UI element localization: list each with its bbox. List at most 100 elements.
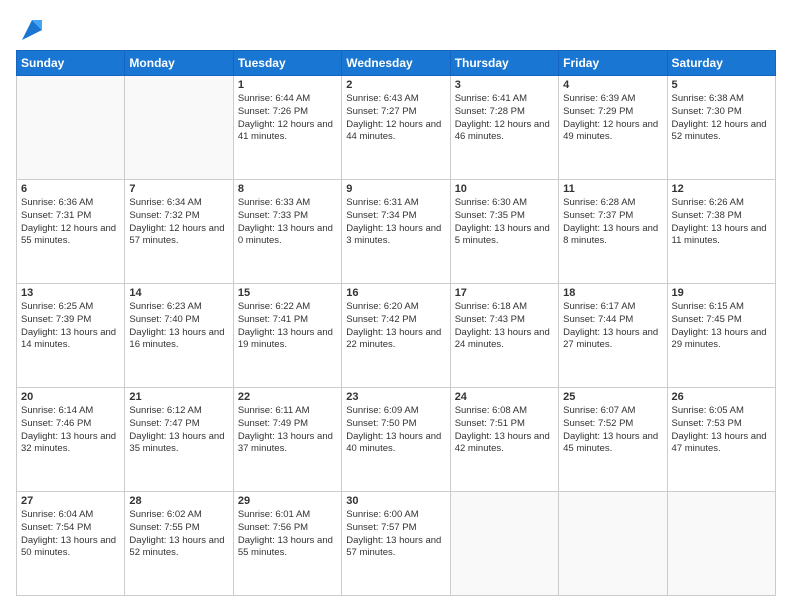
calendar-day-cell: 22Sunrise: 6:11 AM Sunset: 7:49 PM Dayli… xyxy=(233,388,341,492)
calendar-body: 1 Sunrise: 6:44 AM Sunset: 7:26 PM Daylig… xyxy=(17,76,776,596)
day-detail: Sunrise: 6:39 AM Sunset: 7:29 PM Dayligh… xyxy=(563,93,662,144)
calendar-day-cell: 15 Sunrise: 6:22 AM Sunset: 7:41 PM Dayli… xyxy=(233,284,341,388)
day-detail: Sunrise: 6:04 AM Sunset: 7:54 PM Dayligh… xyxy=(21,509,120,560)
calendar-week-row: 6 Sunrise: 6:36 AM Sunset: 7:31 PM Daylig… xyxy=(17,180,776,284)
day-number: 17 xyxy=(455,287,554,299)
page: SundayMondayTuesdayWednesdayThursdayFrid… xyxy=(0,0,792,612)
day-detail: Sunrise: 6:11 AM Sunset: 7:49 PM Dayligh… xyxy=(238,405,337,456)
calendar-header: SundayMondayTuesdayWednesdayThursdayFrid… xyxy=(17,51,776,76)
day-detail: Sunrise: 6:34 AM Sunset: 7:32 PM Dayligh… xyxy=(129,197,228,248)
calendar-day-cell: 27 Sunrise: 6:04 AM Sunset: 7:54 PM Dayli… xyxy=(17,492,125,596)
calendar-day-cell xyxy=(667,492,775,596)
day-number: 12 xyxy=(672,183,771,195)
weekday-header-cell: Saturday xyxy=(667,51,775,76)
calendar-day-cell xyxy=(559,492,667,596)
logo xyxy=(16,16,46,40)
day-detail: Sunrise: 6:25 AM Sunset: 7:39 PM Dayligh… xyxy=(21,301,120,352)
calendar-day-cell: 13 Sunrise: 6:25 AM Sunset: 7:39 PM Dayli… xyxy=(17,284,125,388)
calendar-day-cell: 9 Sunrise: 6:31 AM Sunset: 7:34 PM Daylig… xyxy=(342,180,450,284)
day-detail: Sunrise: 6:09 AM Sunset: 7:50 PM Dayligh… xyxy=(346,405,445,456)
calendar-week-row: 20Sunrise: 6:14 AM Sunset: 7:46 PM Dayli… xyxy=(17,388,776,492)
weekday-header-cell: Monday xyxy=(125,51,233,76)
day-detail: Sunrise: 6:15 AM Sunset: 7:45 PM Dayligh… xyxy=(672,301,771,352)
day-detail: Sunrise: 6:30 AM Sunset: 7:35 PM Dayligh… xyxy=(455,197,554,248)
day-number: 28 xyxy=(129,495,228,507)
calendar-day-cell: 19 Sunrise: 6:15 AM Sunset: 7:45 PM Dayli… xyxy=(667,284,775,388)
calendar-day-cell: 23Sunrise: 6:09 AM Sunset: 7:50 PM Dayli… xyxy=(342,388,450,492)
day-detail: Sunrise: 6:00 AM Sunset: 7:57 PM Dayligh… xyxy=(346,509,445,560)
logo-text xyxy=(16,16,46,40)
day-number: 10 xyxy=(455,183,554,195)
calendar-day-cell: 6 Sunrise: 6:36 AM Sunset: 7:31 PM Daylig… xyxy=(17,180,125,284)
calendar-day-cell: 17 Sunrise: 6:18 AM Sunset: 7:43 PM Dayli… xyxy=(450,284,558,388)
day-number: 26 xyxy=(672,391,771,403)
weekday-header-cell: Friday xyxy=(559,51,667,76)
day-number: 9 xyxy=(346,183,445,195)
day-detail: Sunrise: 6:23 AM Sunset: 7:40 PM Dayligh… xyxy=(129,301,228,352)
calendar-day-cell: 25 Sunrise: 6:07 AM Sunset: 7:52 PM Dayli… xyxy=(559,388,667,492)
weekday-header-cell: Tuesday xyxy=(233,51,341,76)
day-number: 29 xyxy=(238,495,337,507)
calendar-table: SundayMondayTuesdayWednesdayThursdayFrid… xyxy=(16,50,776,596)
weekday-header-cell: Thursday xyxy=(450,51,558,76)
calendar-day-cell: 1 Sunrise: 6:44 AM Sunset: 7:26 PM Daylig… xyxy=(233,76,341,180)
day-number: 5 xyxy=(672,79,771,91)
calendar-week-row: 27 Sunrise: 6:04 AM Sunset: 7:54 PM Dayli… xyxy=(17,492,776,596)
day-number: 13 xyxy=(21,287,120,299)
day-detail: Sunrise: 6:01 AM Sunset: 7:56 PM Dayligh… xyxy=(238,509,337,560)
calendar-day-cell: 18 Sunrise: 6:17 AM Sunset: 7:44 PM Dayli… xyxy=(559,284,667,388)
calendar-day-cell: 8 Sunrise: 6:33 AM Sunset: 7:33 PM Daylig… xyxy=(233,180,341,284)
day-detail: Sunrise: 6:33 AM Sunset: 7:33 PM Dayligh… xyxy=(238,197,337,248)
day-detail: Sunrise: 6:26 AM Sunset: 7:38 PM Dayligh… xyxy=(672,197,771,248)
calendar-day-cell: 4 Sunrise: 6:39 AM Sunset: 7:29 PM Daylig… xyxy=(559,76,667,180)
calendar-day-cell: 7Sunrise: 6:34 AM Sunset: 7:32 PM Daylig… xyxy=(125,180,233,284)
day-number: 25 xyxy=(563,391,662,403)
calendar-day-cell: 3Sunrise: 6:41 AM Sunset: 7:28 PM Daylig… xyxy=(450,76,558,180)
calendar-day-cell xyxy=(17,76,125,180)
day-detail: Sunrise: 6:17 AM Sunset: 7:44 PM Dayligh… xyxy=(563,301,662,352)
day-number: 30 xyxy=(346,495,445,507)
calendar-day-cell: 11 Sunrise: 6:28 AM Sunset: 7:37 PM Dayli… xyxy=(559,180,667,284)
calendar-day-cell: 16Sunrise: 6:20 AM Sunset: 7:42 PM Dayli… xyxy=(342,284,450,388)
calendar-day-cell: 28 Sunrise: 6:02 AM Sunset: 7:55 PM Dayli… xyxy=(125,492,233,596)
calendar-day-cell: 29 Sunrise: 6:01 AM Sunset: 7:56 PM Dayli… xyxy=(233,492,341,596)
day-detail: Sunrise: 6:07 AM Sunset: 7:52 PM Dayligh… xyxy=(563,405,662,456)
logo-icon xyxy=(18,16,46,44)
day-number: 15 xyxy=(238,287,337,299)
day-detail: Sunrise: 6:28 AM Sunset: 7:37 PM Dayligh… xyxy=(563,197,662,248)
day-detail: Sunrise: 6:18 AM Sunset: 7:43 PM Dayligh… xyxy=(455,301,554,352)
day-number: 2 xyxy=(346,79,445,91)
calendar-day-cell: 21Sunrise: 6:12 AM Sunset: 7:47 PM Dayli… xyxy=(125,388,233,492)
calendar-day-cell: 30 Sunrise: 6:00 AM Sunset: 7:57 PM Dayli… xyxy=(342,492,450,596)
calendar-week-row: 13 Sunrise: 6:25 AM Sunset: 7:39 PM Dayli… xyxy=(17,284,776,388)
day-number: 24 xyxy=(455,391,554,403)
day-number: 18 xyxy=(563,287,662,299)
weekday-header-cell: Sunday xyxy=(17,51,125,76)
day-detail: Sunrise: 6:08 AM Sunset: 7:51 PM Dayligh… xyxy=(455,405,554,456)
weekday-header-cell: Wednesday xyxy=(342,51,450,76)
day-detail: Sunrise: 6:12 AM Sunset: 7:47 PM Dayligh… xyxy=(129,405,228,456)
day-number: 4 xyxy=(563,79,662,91)
day-number: 20 xyxy=(21,391,120,403)
calendar-day-cell: 5Sunrise: 6:38 AM Sunset: 7:30 PM Daylig… xyxy=(667,76,775,180)
day-number: 27 xyxy=(21,495,120,507)
header xyxy=(16,16,776,40)
day-number: 8 xyxy=(238,183,337,195)
day-number: 11 xyxy=(563,183,662,195)
day-detail: Sunrise: 6:02 AM Sunset: 7:55 PM Dayligh… xyxy=(129,509,228,560)
day-detail: Sunrise: 6:22 AM Sunset: 7:41 PM Dayligh… xyxy=(238,301,337,352)
calendar-day-cell: 26Sunrise: 6:05 AM Sunset: 7:53 PM Dayli… xyxy=(667,388,775,492)
day-number: 1 xyxy=(238,79,337,91)
day-detail: Sunrise: 6:31 AM Sunset: 7:34 PM Dayligh… xyxy=(346,197,445,248)
calendar-day-cell xyxy=(450,492,558,596)
day-detail: Sunrise: 6:36 AM Sunset: 7:31 PM Dayligh… xyxy=(21,197,120,248)
day-detail: Sunrise: 6:43 AM Sunset: 7:27 PM Dayligh… xyxy=(346,93,445,144)
calendar-day-cell xyxy=(125,76,233,180)
day-number: 19 xyxy=(672,287,771,299)
day-detail: Sunrise: 6:44 AM Sunset: 7:26 PM Dayligh… xyxy=(238,93,337,144)
calendar-week-row: 1 Sunrise: 6:44 AM Sunset: 7:26 PM Daylig… xyxy=(17,76,776,180)
calendar-day-cell: 10 Sunrise: 6:30 AM Sunset: 7:35 PM Dayli… xyxy=(450,180,558,284)
day-number: 6 xyxy=(21,183,120,195)
calendar-day-cell: 12 Sunrise: 6:26 AM Sunset: 7:38 PM Dayli… xyxy=(667,180,775,284)
calendar-day-cell: 24 Sunrise: 6:08 AM Sunset: 7:51 PM Dayli… xyxy=(450,388,558,492)
